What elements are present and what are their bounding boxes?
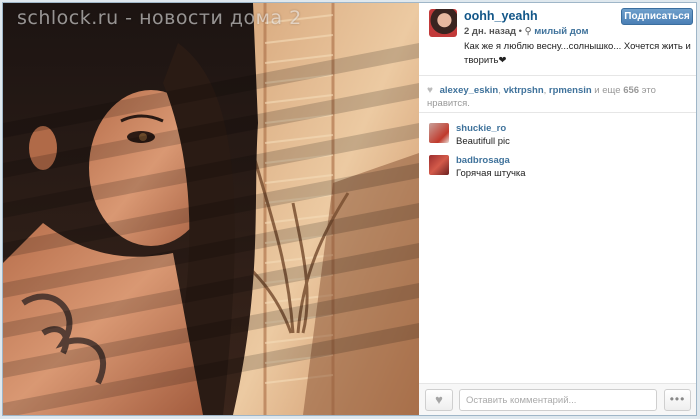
comment-text: Beautifull pic — [456, 136, 510, 147]
photo-illustration — [3, 3, 419, 415]
heart-icon: ♥ — [427, 85, 433, 96]
comment-item: badbrosaga Горячая штучка — [429, 155, 689, 187]
watermark-text: schlock.ru - новости дома 2 — [17, 7, 302, 29]
comment-input[interactable] — [459, 389, 657, 411]
instagram-post-window: schlock.ru - новости дома 2 oohh_yeahh П… — [2, 2, 697, 416]
post-photo[interactable]: schlock.ru - новости дома 2 — [3, 3, 419, 415]
liker-link[interactable]: alexey_eskin — [440, 85, 499, 96]
comment-footer: ♥ ••• — [419, 383, 696, 415]
location-pin-icon: ⚲ — [524, 26, 532, 37]
post-time[interactable]: 2 дн. назад — [464, 26, 516, 37]
commenter-username[interactable]: badbrosaga — [456, 155, 510, 166]
post-caption: Как же я люблю весну...солнышко... Хочет… — [464, 41, 691, 66]
comment-text: Горячая штучка — [456, 168, 526, 179]
divider — [419, 112, 696, 113]
liker-link[interactable]: vktrpshn — [504, 85, 544, 96]
likes-and-more: и еще — [591, 85, 624, 96]
like-button[interactable]: ♥ — [425, 389, 453, 411]
liker-link[interactable]: rpmensin — [549, 85, 592, 96]
post-side-panel: oohh_yeahh Подписаться 2 дн. назад • ⚲ м… — [419, 3, 696, 415]
likes-summary: ♥ alexey_eskin, vktrpshn, rpmensin и еще… — [427, 84, 689, 110]
post-header: oohh_yeahh Подписаться 2 дн. назад • ⚲ м… — [419, 3, 696, 73]
post-location[interactable]: милый дом — [534, 26, 588, 37]
likes-count[interactable]: 656 — [623, 85, 639, 96]
heart-icon: ♥ — [435, 392, 443, 407]
commenter-avatar[interactable] — [429, 155, 449, 175]
location-separator: • — [518, 26, 522, 37]
author-avatar[interactable] — [429, 9, 457, 37]
commenter-avatar[interactable] — [429, 123, 449, 143]
comment-item: shuckie_ro Beautifull pic — [429, 123, 689, 155]
author-username[interactable]: oohh_yeahh — [464, 9, 538, 23]
divider — [419, 75, 696, 76]
commenter-username[interactable]: shuckie_ro — [456, 123, 506, 134]
post-meta: 2 дн. назад • ⚲ милый дом — [464, 26, 588, 37]
more-options-button[interactable]: ••• — [664, 389, 691, 411]
follow-button[interactable]: Подписаться — [621, 8, 693, 25]
